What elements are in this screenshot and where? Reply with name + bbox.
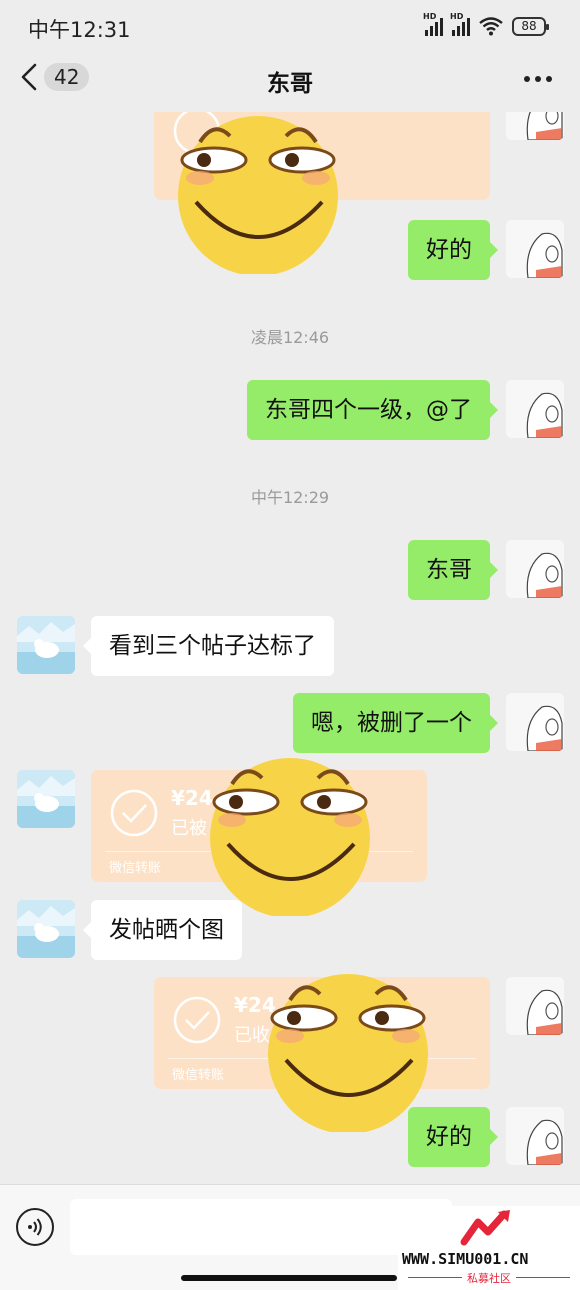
ultraman-avatar-icon	[506, 540, 564, 598]
watermark-subtitle: 私募社区	[467, 1272, 511, 1285]
polar-bear-avatar-icon	[17, 770, 75, 828]
contact-avatar[interactable]	[17, 770, 75, 828]
contact-avatar[interactable]	[17, 616, 75, 674]
transfer-status: 已被	[171, 818, 207, 839]
simu-logo-icon	[460, 1210, 510, 1246]
more-options-button[interactable]	[524, 76, 552, 82]
watermark-url: WWW.SIMU001.CN	[402, 1250, 529, 1268]
status-bar: 中午12:31 HD HD 88	[0, 0, 580, 56]
wifi-icon	[479, 17, 503, 36]
status-icons: HD HD 88	[423, 12, 549, 36]
my-avatar[interactable]	[506, 112, 564, 140]
divider	[516, 1277, 570, 1278]
smirk-emoji-sticker-icon	[268, 974, 428, 1132]
transfer-footer: 微信转账	[172, 1068, 225, 1083]
voice-input-button[interactable]	[16, 1208, 54, 1246]
battery-icon: 88	[512, 16, 549, 36]
ultraman-avatar-icon	[506, 1107, 564, 1165]
my-avatar[interactable]	[506, 380, 564, 438]
timestamp: 凌晨12:46	[250, 328, 330, 347]
my-avatar[interactable]	[506, 693, 564, 751]
message-input[interactable]	[70, 1199, 452, 1255]
my-avatar[interactable]	[506, 540, 564, 598]
chat-header: 42 东哥	[0, 56, 580, 112]
more-dots-icon	[546, 76, 552, 82]
more-dots-icon	[524, 76, 530, 82]
my-avatar[interactable]	[506, 220, 564, 278]
ultraman-avatar-icon	[506, 693, 564, 751]
message-bubble[interactable]: 看到三个帖子达标了	[83, 616, 334, 676]
smirk-emoji-sticker-icon	[178, 116, 338, 274]
polar-bear-avatar-icon	[17, 900, 75, 958]
watermark: WWW.SIMU001.CN 私募社区	[398, 1206, 580, 1290]
ultraman-avatar-icon	[506, 220, 564, 278]
signal-hd-label: HD	[423, 12, 437, 21]
message-bubble[interactable]: 好的	[408, 220, 498, 280]
transfer-footer: 微信转账	[109, 861, 162, 876]
my-avatar[interactable]	[506, 977, 564, 1035]
polar-bear-avatar-icon	[17, 616, 75, 674]
smirk-emoji-sticker-icon	[210, 758, 370, 916]
contact-avatar[interactable]	[17, 900, 75, 958]
ultraman-avatar-icon	[506, 380, 564, 438]
signal-icon: HD	[450, 12, 470, 36]
home-indicator[interactable]	[181, 1275, 397, 1281]
timestamp: 中午12:29	[250, 488, 330, 507]
unread-count-badge: 42	[44, 63, 90, 91]
ultraman-avatar-icon	[506, 112, 564, 140]
message-bubble[interactable]: 东哥	[408, 540, 498, 600]
check-circle-icon	[110, 789, 158, 837]
check-circle-icon	[173, 996, 221, 1044]
voice-icon	[28, 1218, 42, 1236]
back-button[interactable]: 42	[20, 62, 90, 92]
more-dots-icon	[535, 76, 541, 82]
my-avatar[interactable]	[506, 1107, 564, 1165]
signal-hd-label: HD	[450, 12, 464, 21]
ultraman-avatar-icon	[506, 977, 564, 1035]
message-bubble[interactable]: 东哥四个一级，@了	[247, 380, 498, 440]
message-list[interactable]: 好的 凌晨12:46 东哥四个一级，@了 中午12:29 东哥 看到三个帖子达标…	[0, 112, 580, 1184]
message-bubble[interactable]: 嗯，被删了一个	[293, 693, 498, 753]
chevron-left-icon	[21, 63, 37, 91]
status-time: 中午12:31	[28, 18, 131, 42]
signal-icon: HD	[423, 12, 443, 36]
